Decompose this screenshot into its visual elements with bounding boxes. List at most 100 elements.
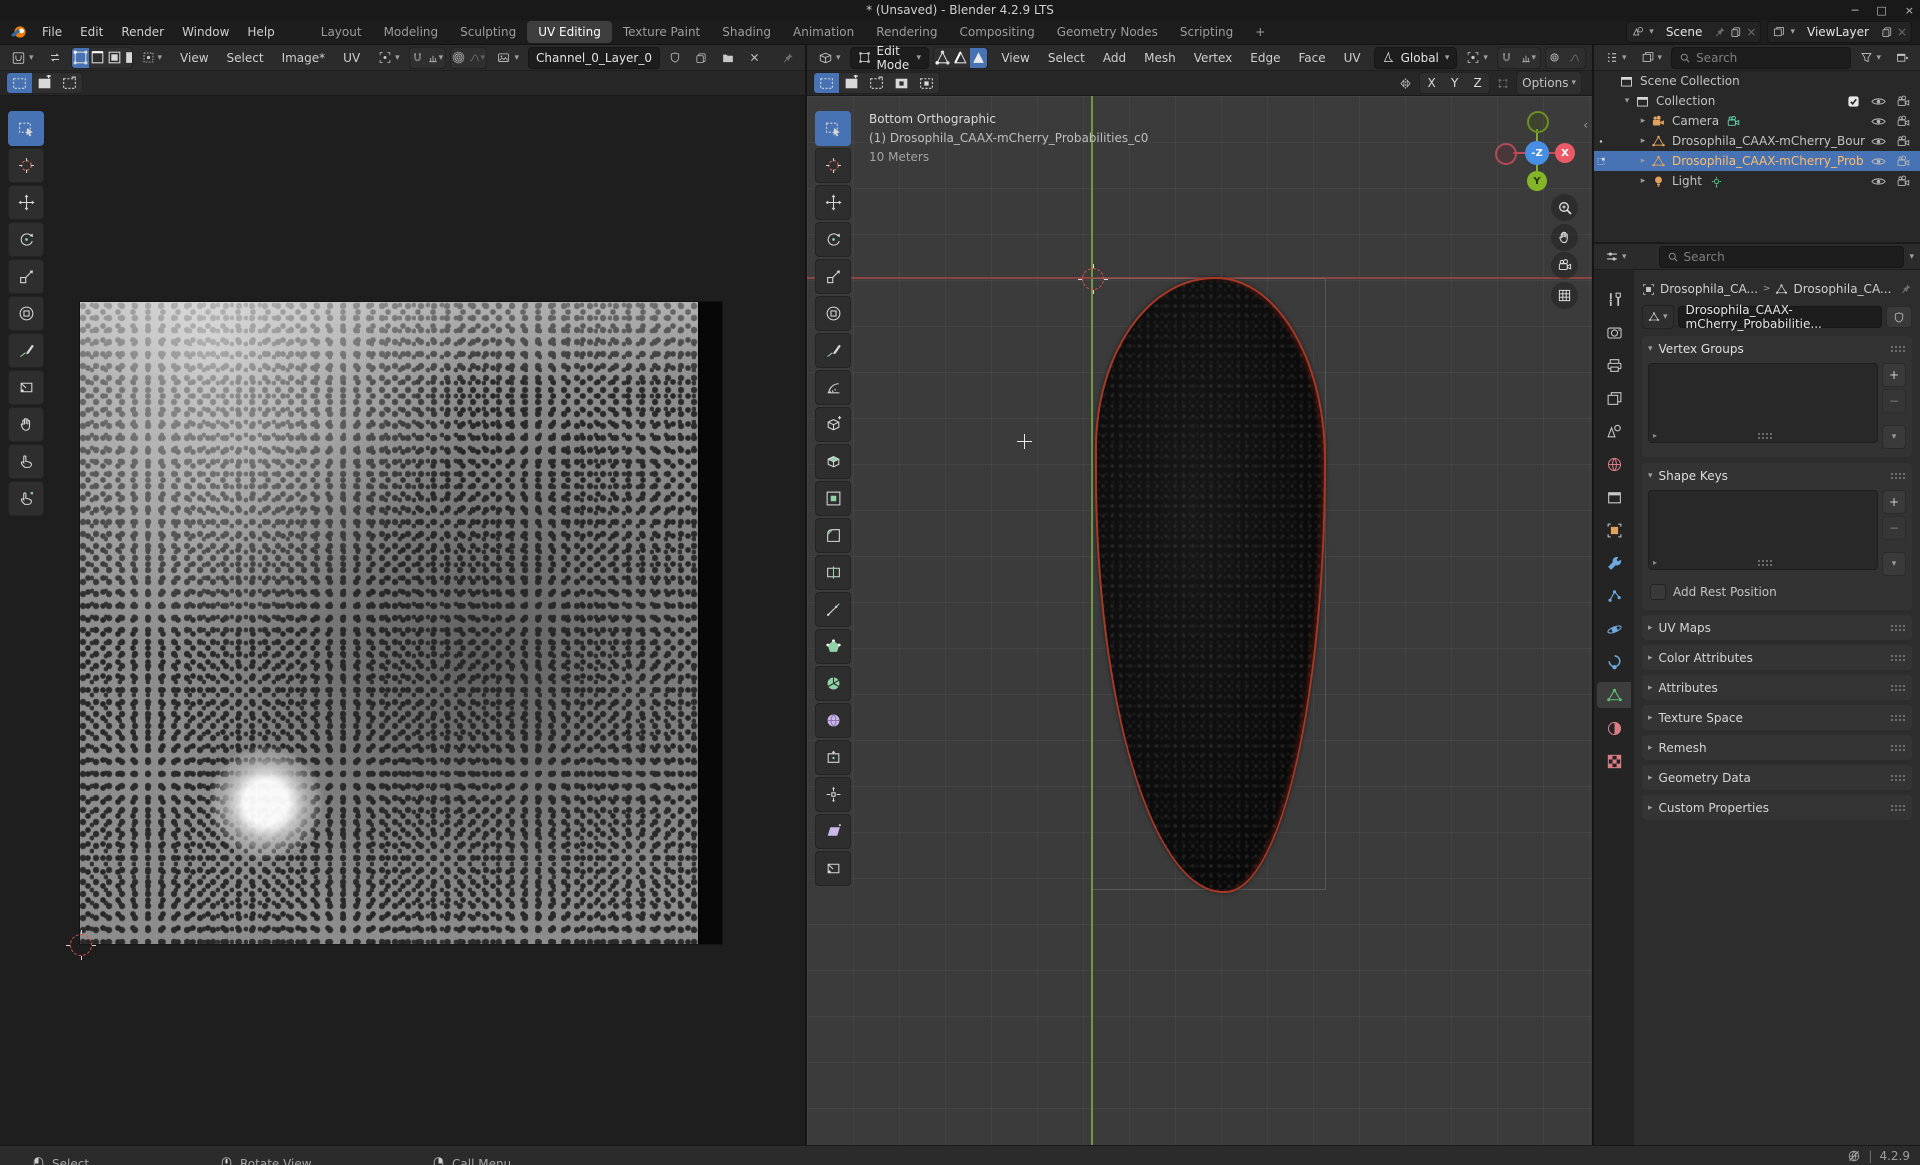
- image-open-button[interactable]: [716, 50, 740, 66]
- properties-tab-render[interactable]: [1597, 319, 1631, 345]
- list-resize-grip[interactable]: [1757, 559, 1773, 567]
- gizmo-axis-neg-x[interactable]: [1495, 143, 1517, 165]
- vp-tool-shear[interactable]: [815, 814, 851, 849]
- panel-drag-grip[interactable]: [1890, 345, 1906, 353]
- workspace-tab-sculpting[interactable]: Sculpting: [449, 21, 527, 43]
- gizmo-axis-y[interactable]: Y: [1527, 171, 1547, 191]
- add-workspace-button[interactable]: +: [1244, 21, 1276, 43]
- properties-tab-data[interactable]: [1597, 682, 1631, 708]
- menu-edit[interactable]: Edit: [71, 22, 112, 42]
- pan-hand-button[interactable]: [1551, 224, 1578, 251]
- menu-help[interactable]: Help: [238, 22, 283, 42]
- breadcrumb-data[interactable]: Drosophila_CA...: [1793, 282, 1891, 296]
- panel-drag-grip[interactable]: [1890, 714, 1906, 722]
- properties-options-icon[interactable]: ▾: [1909, 252, 1914, 262]
- properties-tab-world[interactable]: [1597, 451, 1631, 477]
- snap-pivot-button[interactable]: ▾: [1461, 49, 1493, 66]
- boxselect-mode-extend[interactable]: [839, 73, 864, 93]
- uv-tool-cursor[interactable]: [8, 148, 44, 183]
- maximize-button[interactable]: □: [1876, 4, 1886, 17]
- mode-dropdown[interactable]: Edit Mode ▾: [850, 47, 929, 69]
- workspace-tab-uv-editing[interactable]: UV Editing: [527, 21, 612, 43]
- outliner-row-light[interactable]: ▸Light: [1594, 171, 1920, 191]
- new-scene-icon[interactable]: [1730, 26, 1742, 38]
- vp-tool-scale[interactable]: [815, 259, 851, 294]
- properties-tab-output[interactable]: [1597, 352, 1631, 378]
- zoom-button[interactable]: [1551, 194, 1578, 221]
- collection-checkbox-icon[interactable]: [1847, 94, 1861, 108]
- disable-render-icon[interactable]: [1896, 114, 1910, 128]
- uv-tool-pinch[interactable]: [8, 481, 44, 516]
- disable-render-icon[interactable]: [1896, 134, 1910, 148]
- camera-view-button[interactable]: [1551, 252, 1578, 279]
- uv-sticky-select-button[interactable]: ▾: [137, 49, 168, 66]
- disable-render-icon[interactable]: [1896, 154, 1910, 168]
- uv-tool-scale[interactable]: [8, 259, 44, 294]
- gizmo-axis-x[interactable]: X: [1555, 143, 1575, 163]
- uv-canvas[interactable]: [0, 96, 805, 1145]
- gizmo-axis-neg-z[interactable]: -Z: [1525, 141, 1549, 165]
- properties-tab-particles[interactable]: [1597, 583, 1631, 609]
- boxselect-mode-set[interactable]: [814, 73, 839, 93]
- panel-drag-grip[interactable]: [1890, 472, 1906, 480]
- vp-tool-annotate[interactable]: [815, 333, 851, 368]
- specials-menu-button[interactable]: ▾: [1882, 552, 1906, 576]
- workspace-tab-layout[interactable]: Layout: [310, 21, 373, 43]
- uv-menu-uv[interactable]: UV: [334, 48, 369, 68]
- remove-item-button[interactable]: −: [1882, 389, 1906, 413]
- uv-tool-rip-region[interactable]: [8, 370, 44, 405]
- hide-eye-icon[interactable]: [1870, 173, 1887, 190]
- uv-sync-select-button[interactable]: [43, 49, 67, 66]
- pin-icon[interactable]: [1714, 26, 1726, 38]
- outliner-row-scene-collection[interactable]: Scene Collection: [1594, 71, 1920, 91]
- workspace-tab-animation[interactable]: Animation: [782, 21, 865, 43]
- specials-menu-button[interactable]: ▾: [1882, 425, 1906, 449]
- mirror-z-button[interactable]: Z: [1466, 73, 1489, 93]
- new-viewlayer-icon[interactable]: [1881, 26, 1893, 38]
- proportional-toggle[interactable]: [1546, 48, 1564, 68]
- cursor-3d[interactable]: [1082, 268, 1104, 290]
- uv-tool-relax[interactable]: [8, 444, 44, 479]
- gizmo-axis-neg-y[interactable]: [1527, 111, 1549, 133]
- add-rest-position-checkbox[interactable]: [1650, 584, 1666, 600]
- vp-tool-move[interactable]: [815, 185, 851, 220]
- sidebar-toggle-icon[interactable]: ‹: [1583, 118, 1588, 132]
- outliner-row-collection[interactable]: ▾Collection: [1594, 91, 1920, 111]
- uv-boxselect-mode-extend[interactable]: [32, 73, 57, 93]
- snap-toggle[interactable]: [410, 48, 425, 68]
- uv-tool-grab[interactable]: [8, 407, 44, 442]
- uv-select-mode-uv-vertex[interactable]: [72, 48, 89, 68]
- correct-face-attributes-icon[interactable]: [1496, 77, 1510, 90]
- vp-tool-loop-cut[interactable]: [815, 555, 851, 590]
- menu-render[interactable]: Render: [112, 22, 173, 42]
- outliner-row-camera[interactable]: ▸Camera: [1594, 111, 1920, 131]
- panel-shape-keys-list[interactable]: ▸: [1648, 490, 1878, 570]
- expand-chevron[interactable]: ▸: [1636, 176, 1650, 186]
- panel-drag-grip[interactable]: [1890, 774, 1906, 782]
- mesh-browse-button[interactable]: ▾: [1642, 305, 1674, 329]
- outliner-filter-mode[interactable]: ▾: [1636, 49, 1668, 66]
- outliner-search-field[interactable]: Search: [1671, 47, 1851, 69]
- properties-tab-collection[interactable]: [1597, 484, 1631, 510]
- panel-custom-properties[interactable]: ▸Custom Properties: [1642, 795, 1912, 820]
- image-duplicate-button[interactable]: [690, 50, 712, 66]
- expand-chevron[interactable]: ▸: [1636, 136, 1650, 146]
- disable-render-icon[interactable]: [1896, 94, 1910, 108]
- vp-tool-spin[interactable]: [815, 666, 851, 701]
- properties-tab-physics[interactable]: [1597, 616, 1631, 642]
- uv-select-mode-uv-edge[interactable]: [89, 48, 106, 68]
- outliner-display-mode[interactable]: ▾: [1600, 49, 1632, 66]
- mirror-y-button[interactable]: Y: [1443, 73, 1466, 93]
- uv-boxselect-mode-subtract[interactable]: [57, 73, 82, 93]
- uv-tool-annotate[interactable]: [8, 333, 44, 368]
- image-unlink-button[interactable]: [744, 50, 765, 65]
- scene-name[interactable]: Scene: [1658, 25, 1711, 39]
- proportional-toggle[interactable]: [451, 48, 466, 68]
- breadcrumb-object[interactable]: Drosophila_CA...: [1660, 282, 1758, 296]
- uv-tool-rotate[interactable]: [8, 222, 44, 257]
- image-browse-button[interactable]: ▾: [491, 49, 524, 66]
- hide-eye-icon[interactable]: [1870, 153, 1887, 170]
- remove-item-button[interactable]: −: [1882, 516, 1906, 540]
- close-button[interactable]: ×: [1905, 4, 1914, 17]
- vp-tool-extrude[interactable]: [815, 444, 851, 479]
